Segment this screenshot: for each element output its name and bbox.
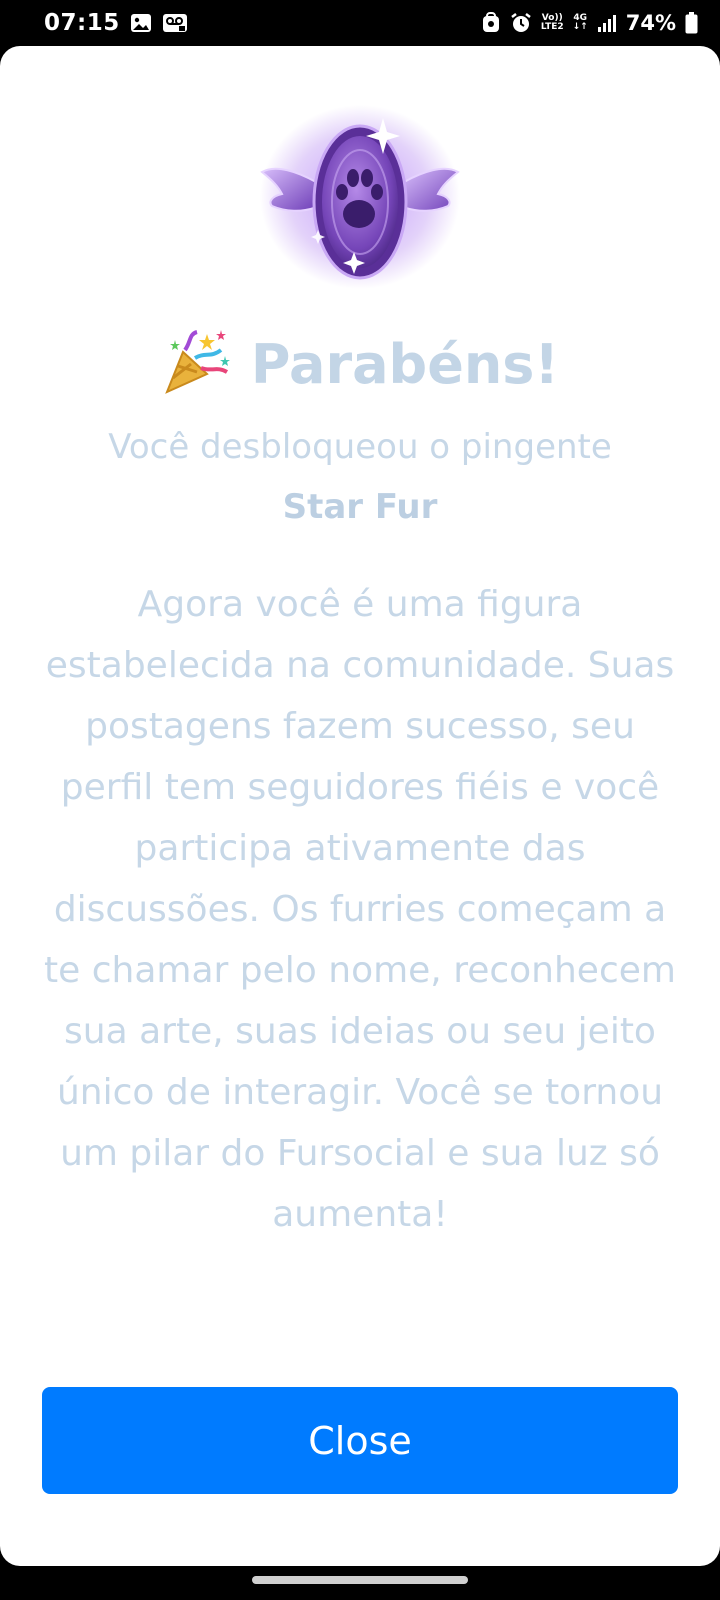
voicemail-icon — [162, 13, 188, 33]
party-popper-icon — [161, 328, 233, 400]
alarm-icon — [510, 12, 532, 34]
battery-percent: 74% — [625, 11, 676, 35]
status-time: 07:15 — [44, 10, 120, 36]
screenshot-lock-icon — [481, 12, 501, 34]
home-indicator[interactable] — [252, 1576, 468, 1584]
unlock-dialog: Parabéns! Você desbloqueou o pingente St… — [0, 46, 720, 1566]
gallery-icon — [130, 13, 152, 33]
data-arrows-icon: ↓↑ — [572, 22, 588, 32]
winged-paw-pendant-icon — [258, 102, 462, 292]
pendant-description: Agora você é uma figura estabelecida na … — [44, 584, 676, 1235]
network-label: Vo)) LTE2 — [541, 14, 564, 32]
status-left: 07:15 — [44, 10, 188, 36]
data-type: 4G ↓↑ — [573, 14, 588, 32]
status-bar: 07:15 Vo)) LTE2 4G ↓↑ 74% — [0, 0, 720, 46]
close-button[interactable]: Close — [42, 1387, 678, 1494]
title-text: Parabéns! — [250, 332, 560, 396]
pendant-name: Star Fur — [282, 487, 438, 527]
signal-icon — [597, 14, 617, 32]
battery-icon — [685, 12, 698, 34]
unlock-subtitle: Você desbloqueou o pingente — [108, 427, 612, 467]
dialog-title: Parabéns! — [0, 324, 720, 404]
lte-label: LTE2 — [540, 22, 564, 32]
status-right: Vo)) LTE2 4G ↓↑ 74% — [481, 11, 698, 35]
